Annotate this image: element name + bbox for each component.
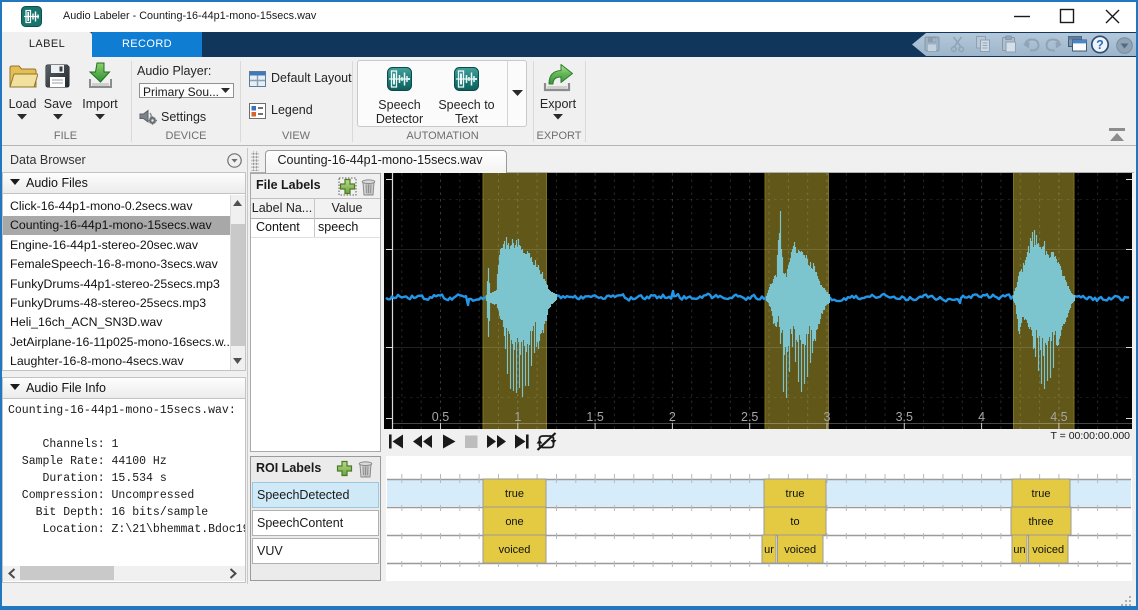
svg-text:true: true <box>505 488 524 500</box>
svg-text:4: 4 <box>978 410 985 424</box>
svg-text:true: true <box>786 488 805 500</box>
svg-text:voiced: voiced <box>499 544 531 556</box>
svg-text:0.5: 0.5 <box>432 410 449 424</box>
svg-text:to: to <box>790 516 799 528</box>
svg-text:3.5: 3.5 <box>896 410 913 424</box>
svg-text:one: one <box>505 516 523 528</box>
svg-text:2: 2 <box>669 410 676 424</box>
svg-text:true: true <box>1032 488 1051 500</box>
svg-text:three: three <box>1028 516 1053 528</box>
svg-text:ur: ur <box>764 544 774 556</box>
svg-text:2.5: 2.5 <box>741 410 758 424</box>
svg-text:3: 3 <box>824 410 831 424</box>
svg-text:1.5: 1.5 <box>586 410 603 424</box>
svg-text:?: ? <box>1096 38 1104 52</box>
svg-text:1: 1 <box>514 410 521 424</box>
svg-text:voiced: voiced <box>784 544 816 556</box>
svg-text:4.5: 4.5 <box>1050 410 1067 424</box>
svg-text:voiced: voiced <box>1032 544 1064 556</box>
svg-text:un: un <box>1013 544 1025 556</box>
